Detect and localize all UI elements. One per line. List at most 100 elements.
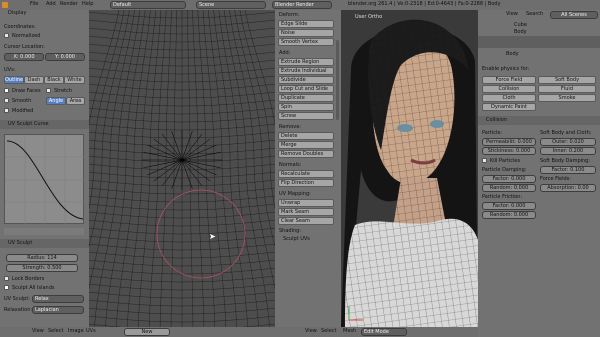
screw-button[interactable]: Screw: [278, 112, 334, 120]
outliner-item-body[interactable]: Body: [514, 29, 527, 35]
collision-panel-header[interactable]: Collision: [478, 116, 600, 125]
unwrap-button[interactable]: Unwrap: [278, 199, 334, 207]
menu-render[interactable]: Render: [60, 1, 78, 8]
viewport-footer-mesh[interactable]: Mesh: [343, 328, 356, 335]
flip-direction-button[interactable]: Flip Direction: [278, 179, 334, 187]
particle-friction-factor[interactable]: Factor: 0.000: [482, 202, 536, 210]
3d-viewport[interactable]: User Ortho: [341, 10, 478, 327]
cursor-y-field[interactable]: Y: 0.000: [45, 53, 85, 61]
display-panel-title[interactable]: Display: [8, 10, 26, 17]
tool-shelf-scrollbar[interactable]: [336, 40, 339, 120]
soft-body-damping-factor[interactable]: Factor: 0.100: [540, 166, 596, 174]
render-engine-selector[interactable]: Blender Render: [272, 1, 332, 9]
uv-style-black[interactable]: Black: [44, 76, 64, 84]
character-model[interactable]: [341, 10, 478, 327]
outliner-view-menu[interactable]: View: [506, 11, 518, 18]
smooth-vertex-button[interactable]: Smooth Vertex: [278, 38, 334, 46]
particle-friction-random[interactable]: Random: 0.000: [482, 211, 536, 219]
cloth-button[interactable]: Cloth: [482, 94, 536, 102]
uv-sculpt-tool-label: UV Sculpt:: [4, 296, 30, 302]
sculpt-all-islands-checkbox[interactable]: [4, 285, 9, 290]
uv-style-white[interactable]: White: [64, 76, 85, 84]
relaxation-label: Relaxation:: [4, 307, 33, 313]
spin-button[interactable]: Spin: [278, 103, 334, 111]
lock-borders-checkbox[interactable]: [4, 276, 9, 281]
particle-damping-factor[interactable]: Factor: 0.000: [482, 175, 536, 183]
strength-slider[interactable]: Strength: 0.500: [6, 264, 78, 272]
outliner-filter-dropdown[interactable]: All Scenes: [550, 11, 598, 19]
layout-selector[interactable]: Default: [110, 1, 186, 9]
stickiness-field[interactable]: Stickiness: 0.000: [482, 147, 536, 155]
uv-style-outline[interactable]: Outline: [4, 76, 24, 84]
image-new-button[interactable]: New: [124, 328, 170, 336]
stretch-area-button[interactable]: Area: [66, 97, 85, 105]
lock-borders-label: Lock Borders: [12, 276, 45, 282]
modified-checkbox[interactable]: [4, 108, 9, 113]
absorption-field[interactable]: Absorption: 0.00: [540, 184, 596, 192]
menu-help[interactable]: Help: [82, 1, 93, 8]
mark-seam-button[interactable]: Mark Seam: [278, 208, 334, 216]
viewport-footer-view[interactable]: View: [305, 328, 317, 335]
uv-sculpt-header[interactable]: UV Sculpt: [0, 239, 89, 248]
draw-faces-label: Draw Faces: [12, 88, 41, 94]
extrude-individual-button[interactable]: Extrude Individual: [278, 67, 334, 75]
curve-preset-buttons[interactable]: [4, 228, 84, 235]
subdivide-button[interactable]: Subdivide: [278, 76, 334, 84]
stretch-label: Stretch: [54, 88, 73, 94]
uv-editor-canvas[interactable]: ➤: [89, 10, 275, 327]
sculpt-curve-widget[interactable]: [4, 134, 85, 225]
uv-footer-uvs[interactable]: UVs: [86, 328, 96, 335]
outliner-search-menu[interactable]: Search: [526, 11, 543, 18]
coordinates-label: Coordinates:: [4, 24, 36, 30]
inner-field[interactable]: Inner: 0.200: [540, 147, 596, 155]
smoke-button[interactable]: Smoke: [538, 94, 596, 102]
stretch-checkbox[interactable]: [46, 88, 51, 93]
uv-mapping-title: UV Mapping:: [279, 191, 311, 197]
outliner-item-cube[interactable]: Cube: [514, 22, 527, 28]
particle-damping-random[interactable]: Random: 0.000: [482, 184, 536, 192]
mode-dropdown[interactable]: Edit Mode: [361, 328, 407, 336]
uv-sculpt-tool-dropdown[interactable]: Relax: [32, 295, 84, 303]
edge-slide-button[interactable]: Edge Slide: [278, 20, 334, 28]
uv-footer-select[interactable]: Select: [48, 328, 63, 335]
fluid-button[interactable]: Fluid: [538, 85, 596, 93]
collision-button[interactable]: Collision: [482, 85, 536, 93]
delete-button[interactable]: Delete: [278, 132, 334, 140]
modified-label: Modified: [12, 108, 34, 114]
clear-seam-button[interactable]: Clear Seam: [278, 217, 334, 225]
stretch-angle-button[interactable]: Angle: [46, 97, 66, 105]
uv-footer-image[interactable]: Image: [68, 328, 84, 335]
viewport-footer-select[interactable]: Select: [321, 328, 336, 335]
noise-button[interactable]: Noise: [278, 29, 334, 37]
soft-body-button[interactable]: Soft Body: [538, 76, 596, 84]
remove-doubles-button[interactable]: Remove Doubles: [278, 150, 334, 158]
menu-add[interactable]: Add: [46, 1, 56, 8]
merge-button[interactable]: Merge: [278, 141, 334, 149]
uv-footer-view[interactable]: View: [32, 328, 44, 335]
loop-cut-button[interactable]: Loop Cut and Slide: [278, 85, 334, 93]
scene-selector[interactable]: Scene: [196, 1, 266, 9]
sculpt-uvs-header[interactable]: Sculpt UVs: [283, 236, 310, 243]
relaxation-dropdown[interactable]: Laplacian: [32, 306, 84, 314]
smooth-checkbox[interactable]: [4, 98, 9, 103]
normalized-checkbox[interactable]: [4, 33, 9, 38]
menu-file[interactable]: File: [30, 1, 38, 8]
dynamic-paint-button[interactable]: Dynamic Paint: [482, 103, 536, 111]
recalculate-button[interactable]: Recalculate: [278, 170, 334, 178]
force-field-button[interactable]: Force Field: [482, 76, 536, 84]
radius-slider[interactable]: Radius: 114: [6, 254, 78, 262]
duplicate-button[interactable]: Duplicate: [278, 94, 334, 102]
extrude-region-button[interactable]: Extrude Region: [278, 58, 334, 66]
outer-field[interactable]: Outer: 0.020: [540, 138, 596, 146]
shading-title: Shading:: [279, 228, 301, 234]
top-bar: File Add Render Help Default Scene Blend…: [0, 0, 600, 10]
falloff-curve[interactable]: [5, 135, 85, 225]
particle-label: Particle:: [482, 130, 503, 136]
sculpt-curve-header[interactable]: UV Sculpt Curve: [0, 120, 89, 129]
permeability-field[interactable]: Permeabilit: 0.000: [482, 138, 536, 146]
kill-particles-checkbox[interactable]: [482, 158, 487, 163]
cursor-x-field[interactable]: X: 0.000: [4, 53, 44, 61]
uv-style-dash[interactable]: Dash: [24, 76, 44, 84]
draw-faces-checkbox[interactable]: [4, 88, 9, 93]
blender-logo-icon[interactable]: [2, 2, 8, 8]
